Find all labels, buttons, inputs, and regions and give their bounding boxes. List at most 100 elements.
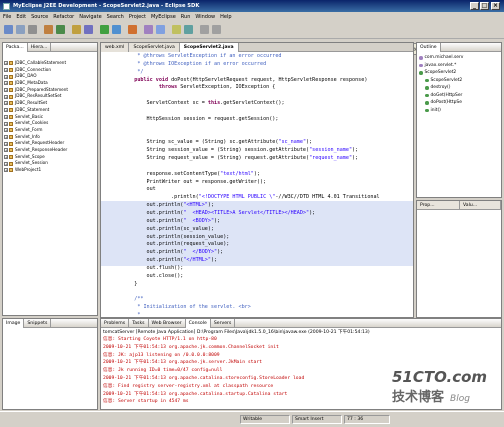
- expand-icon[interactable]: +: [4, 128, 8, 133]
- menu-refactor[interactable]: Refactor: [53, 14, 74, 20]
- expand-icon[interactable]: +: [4, 68, 8, 73]
- list-item[interactable]: + JDBC_Connection: [3, 67, 97, 74]
- expand-icon[interactable]: +: [4, 168, 8, 173]
- deploy-icon[interactable]: [44, 25, 53, 34]
- expand-icon[interactable]: +: [4, 134, 8, 139]
- tab-web-browser[interactable]: Web Browser: [149, 318, 186, 328]
- server-icon[interactable]: [56, 25, 65, 34]
- expand-icon[interactable]: +: [4, 141, 8, 146]
- tab-problems[interactable]: Problems: [101, 318, 130, 328]
- console-line: 2009-10-21 下午01:54:13 org.apache.jk.serv…: [103, 360, 262, 366]
- list-item[interactable]: + JDBC_PreparedStatement: [3, 87, 97, 94]
- open-type-icon[interactable]: [172, 25, 181, 34]
- expand-icon[interactable]: +: [4, 81, 8, 86]
- outline-item[interactable]: ScopeServlet2: [419, 69, 501, 77]
- outline-item[interactable]: javax.servlet.*: [419, 62, 501, 70]
- forward-icon[interactable]: [212, 25, 221, 34]
- menu-navigate[interactable]: Navigate: [79, 14, 101, 20]
- list-item[interactable]: + Servlet_ResponseHeader: [3, 147, 97, 154]
- editor-tab[interactable]: web.xml: [101, 43, 130, 52]
- list-item[interactable]: + Servlet_Info: [3, 134, 97, 141]
- watermark-logo: 51CTO.com: [392, 368, 488, 386]
- close-button[interactable]: ×: [491, 2, 500, 10]
- console-line: 信息: Starting Coyote HTTP/1.1 on http-80: [103, 337, 217, 342]
- expand-icon[interactable]: +: [4, 74, 8, 79]
- outline-item[interactable]: ScopeServlet2: [419, 77, 501, 85]
- list-item[interactable]: + WebProject1: [3, 167, 97, 174]
- console-header: Problems Tasks Web Browser Console Serve…: [101, 318, 501, 328]
- tab-hierarchy[interactable]: Hiera...: [28, 42, 52, 52]
- outline-item[interactable]: doPost(HttpSe: [419, 99, 501, 107]
- editor-tab[interactable]: ScopeServlet.java: [129, 43, 180, 52]
- menu-window[interactable]: Window: [195, 14, 215, 20]
- expand-icon[interactable]: +: [4, 61, 8, 66]
- new-class-icon[interactable]: [144, 25, 153, 34]
- tab-image[interactable]: Image: [3, 318, 25, 328]
- menu-source[interactable]: Source: [31, 14, 48, 20]
- tab-outline[interactable]: Outline: [417, 42, 441, 52]
- project-icon: [9, 121, 13, 126]
- search-icon[interactable]: [156, 25, 165, 34]
- project-icon: [9, 94, 13, 99]
- column-property: Prop...: [417, 200, 460, 210]
- tab-tasks[interactable]: Tasks: [129, 318, 149, 328]
- debug-icon[interactable]: [112, 25, 121, 34]
- tab-package-explorer[interactable]: Packa...: [3, 42, 28, 52]
- expand-icon[interactable]: +: [4, 121, 8, 126]
- new-icon[interactable]: [4, 25, 13, 34]
- expand-icon[interactable]: +: [4, 88, 8, 93]
- list-item[interactable]: + Servlet_Basic: [3, 114, 97, 121]
- expand-icon[interactable]: +: [4, 154, 8, 159]
- code-area[interactable]: * @throws ServletException if an error o…: [101, 52, 413, 318]
- list-item[interactable]: + JDBC_DAO: [3, 73, 97, 80]
- outline-item[interactable]: destroy(): [419, 84, 501, 92]
- list-item[interactable]: + JDBC_Statement: [3, 107, 97, 114]
- menu-edit[interactable]: Edit: [16, 14, 26, 20]
- external-tools-icon[interactable]: [128, 25, 137, 34]
- expand-icon[interactable]: +: [4, 148, 8, 153]
- save-icon[interactable]: [16, 25, 25, 34]
- list-item[interactable]: + Servlet_Scope: [3, 154, 97, 161]
- tab-snippets[interactable]: Snippets: [24, 318, 52, 328]
- list-item[interactable]: + JDBC_ResResultSetSet: [3, 93, 97, 100]
- menu-help[interactable]: Help: [220, 14, 231, 20]
- project-icon: [9, 168, 13, 173]
- expand-icon[interactable]: +: [4, 114, 8, 119]
- list-item[interactable]: + Servlet_Cookies: [3, 120, 97, 127]
- project-icon: [9, 114, 13, 119]
- list-item[interactable]: + Servlet_Session: [3, 160, 97, 167]
- menu-search[interactable]: Search: [107, 14, 124, 20]
- outline-item[interactable]: doGet(HttpSer: [419, 92, 501, 100]
- expand-icon[interactable]: +: [4, 101, 8, 106]
- list-item[interactable]: + JDBC_MetaData: [3, 80, 97, 87]
- menu-file[interactable]: File: [3, 14, 11, 20]
- status-insert-mode: Smart Insert: [292, 415, 342, 424]
- import-icon: [419, 63, 423, 67]
- outline-item[interactable]: com.michael.serv: [419, 54, 501, 62]
- menu-run[interactable]: Run: [181, 14, 191, 20]
- menu-myeclipse[interactable]: MyEclipse: [151, 14, 176, 20]
- outline-item[interactable]: init(): [419, 107, 501, 115]
- annotation-icon[interactable]: [184, 25, 193, 34]
- maximize-button[interactable]: □: [480, 2, 489, 10]
- package-icon[interactable]: [72, 25, 81, 34]
- minimize-button[interactable]: _: [470, 2, 479, 10]
- list-item[interactable]: + Servlet_Form: [3, 127, 97, 134]
- project-icon: [9, 81, 13, 86]
- menu-project[interactable]: Project: [129, 14, 146, 20]
- print-icon[interactable]: [28, 25, 37, 34]
- back-icon[interactable]: [200, 25, 209, 34]
- run-icon[interactable]: [100, 25, 109, 34]
- list-item[interactable]: + JDBC_ResultSet: [3, 100, 97, 107]
- project-icon: [9, 154, 13, 159]
- web-icon[interactable]: [84, 25, 93, 34]
- list-item[interactable]: + JDBC_CallableStatement: [3, 60, 97, 67]
- expand-icon[interactable]: +: [4, 161, 8, 166]
- editor-tab-active[interactable]: ScopeServlet2.java: [179, 43, 239, 52]
- tab-console[interactable]: Console: [185, 318, 211, 328]
- expand-icon[interactable]: +: [4, 94, 8, 99]
- tab-servers[interactable]: Servers: [211, 318, 236, 328]
- expand-icon[interactable]: +: [4, 108, 8, 113]
- method-icon: [425, 93, 429, 97]
- list-item[interactable]: + Servlet_RequestHeader: [3, 140, 97, 147]
